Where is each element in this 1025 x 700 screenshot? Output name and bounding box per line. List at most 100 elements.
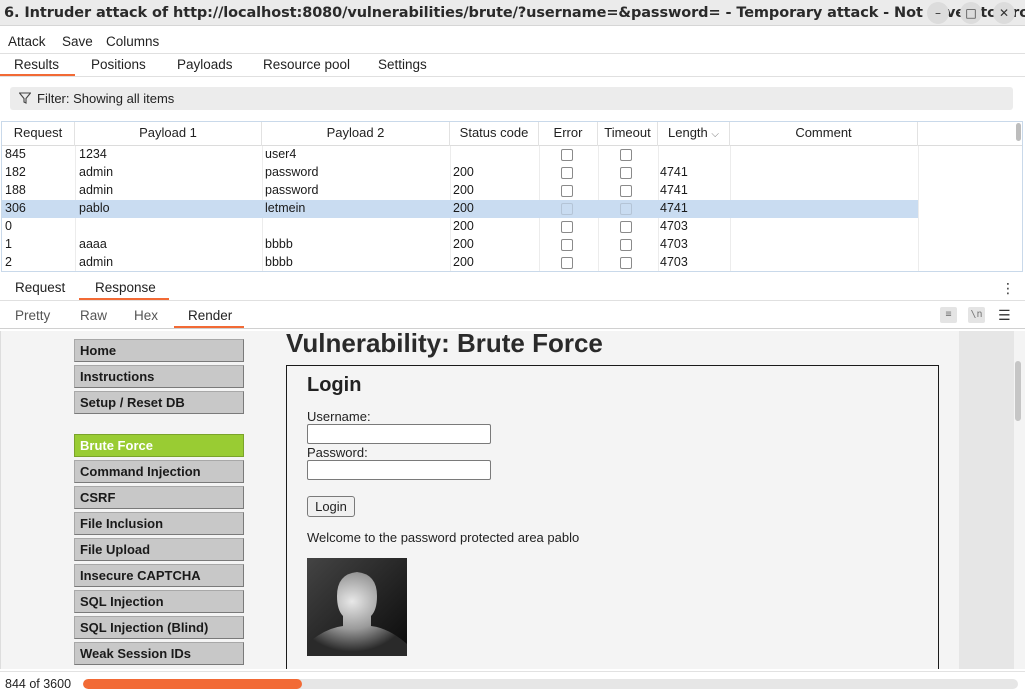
maximize-button[interactable]: □ [960, 2, 982, 24]
cell-payload1: 1234 [79, 147, 107, 161]
request-counter: 844 of 3600 [5, 677, 72, 691]
cell-payload1: admin [79, 255, 114, 269]
attack-tabs: Results Positions Payloads Resource pool… [0, 53, 1025, 77]
cell-payload2: password [265, 183, 319, 197]
table-row[interactable]: 1 aaaa bbbb 200 4703 [2, 236, 918, 254]
cell-status: 200 [453, 183, 474, 197]
render-pane: Home Instructions Setup / Reset DB Brute Fo… [0, 331, 1025, 669]
timeout-checkbox [620, 167, 632, 179]
nav-file-upload[interactable]: File Upload [74, 538, 244, 561]
col-timeout[interactable]: Timeout [598, 122, 658, 146]
col-length[interactable]: Length ⌵ [658, 122, 730, 146]
nav-weak-session-ids[interactable]: Weak Session IDs [74, 642, 244, 665]
cell-length: 4703 [660, 255, 688, 269]
col-comment[interactable]: Comment [730, 122, 918, 146]
cell-length: 4703 [660, 219, 688, 233]
password-label: Password: [307, 445, 368, 460]
cell-payload1: pablo [79, 201, 110, 215]
table-row[interactable]: 188 admin password 200 4741 [2, 182, 918, 200]
table-row[interactable]: 306 pablo letmein 200 4741 [2, 200, 918, 218]
nav-insecure-captcha[interactable]: Insecure CAPTCHA [74, 564, 244, 587]
nav-sql-injection-blind[interactable]: SQL Injection (Blind) [74, 616, 244, 639]
tab-response[interactable]: Response [95, 280, 156, 295]
tab-resource-pool[interactable]: Resource pool [263, 57, 350, 72]
cell-length: 4741 [660, 201, 688, 215]
tab-request[interactable]: Request [15, 280, 65, 295]
cell-status: 200 [453, 165, 474, 179]
nav-command-injection[interactable]: Command Injection [74, 460, 244, 483]
sort-desc-icon: ⌵ [711, 129, 719, 140]
word-wrap-icon[interactable]: ≡ [940, 307, 957, 323]
filter-icon [19, 92, 31, 104]
cell-payload1: aaaa [79, 237, 107, 251]
nav-csrf[interactable]: CSRF [74, 486, 244, 509]
tab-positions[interactable]: Positions [91, 57, 146, 72]
table-row[interactable]: 2 admin bbbb 200 4703 [2, 254, 918, 271]
table-scrollbar[interactable] [1016, 123, 1021, 141]
col-payload1[interactable]: Payload 1 [75, 122, 262, 146]
tab-pretty[interactable]: Pretty [15, 308, 50, 323]
login-button[interactable]: Login [307, 496, 355, 517]
filter-bar[interactable]: Filter: Showing all items [10, 87, 1013, 110]
nav-brute-force[interactable]: Brute Force [74, 434, 244, 457]
cell-request: 188 [5, 183, 26, 197]
welcome-message: Welcome to the password protected area p… [307, 530, 580, 545]
tab-settings[interactable]: Settings [378, 57, 427, 72]
timeout-checkbox [620, 257, 632, 269]
page-title: Vulnerability: Brute Force [286, 331, 603, 358]
close-button[interactable]: ✕ [993, 2, 1015, 24]
col-request[interactable]: Request [2, 122, 75, 146]
error-checkbox [561, 239, 573, 251]
cell-payload2: bbbb [265, 237, 293, 251]
cell-status: 200 [453, 219, 474, 233]
tab-render[interactable]: Render [188, 308, 232, 323]
render-side-gutter [959, 331, 1014, 669]
error-checkbox [561, 257, 573, 269]
cell-payload2: letmein [265, 201, 306, 215]
table-row[interactable]: 845 1234 user4 [2, 146, 918, 164]
error-checkbox [561, 185, 573, 197]
col-payload2[interactable]: Payload 2 [262, 122, 450, 146]
nav-setup-reset-db[interactable]: Setup / Reset DB [74, 391, 244, 414]
menu-save[interactable]: Save [62, 34, 93, 49]
error-checkbox [561, 167, 573, 179]
login-heading: Login [307, 374, 362, 396]
tab-results[interactable]: Results [14, 57, 59, 72]
error-checkbox [561, 221, 573, 233]
table-row[interactable]: 0 200 4703 [2, 218, 918, 236]
menu-attack[interactable]: Attack [8, 34, 46, 49]
cell-payload2: bbbb [265, 255, 293, 269]
render-scrollbar[interactable] [1015, 361, 1021, 421]
minimize-button[interactable]: – [927, 2, 949, 24]
col-status-code[interactable]: Status code [450, 122, 539, 146]
tab-hex[interactable]: Hex [134, 308, 158, 323]
username-input[interactable] [307, 424, 491, 444]
filter-text: Filter: Showing all items [37, 91, 175, 106]
password-input[interactable] [307, 460, 491, 480]
cell-length: 4741 [660, 183, 688, 197]
nav-sql-injection[interactable]: SQL Injection [74, 590, 244, 613]
nav-home[interactable]: Home [74, 339, 244, 362]
tab-raw[interactable]: Raw [80, 308, 107, 323]
menu-columns[interactable]: Columns [106, 34, 159, 49]
col-length-label: Length [668, 125, 708, 140]
window-title: 6. Intruder attack of http://localhost:8… [4, 5, 1025, 21]
attack-progress-bar [83, 679, 1018, 689]
nav-instructions[interactable]: Instructions [74, 365, 244, 388]
table-row[interactable]: 182 admin password 200 4741 [2, 164, 918, 182]
timeout-checkbox [620, 221, 632, 233]
hamburger-menu-icon[interactable]: ☰ [998, 307, 1011, 324]
progress-fill [83, 679, 302, 689]
newline-icon[interactable]: \n [968, 307, 985, 323]
timeout-checkbox [620, 203, 632, 215]
more-options-icon[interactable]: ⋮ [1001, 280, 1015, 297]
tab-payloads[interactable]: Payloads [177, 57, 233, 72]
col-error[interactable]: Error [539, 122, 598, 146]
timeout-checkbox [620, 185, 632, 197]
username-label: Username: [307, 409, 371, 424]
cell-payload1: admin [79, 183, 114, 197]
cell-payload2: password [265, 165, 319, 179]
error-checkbox [561, 149, 573, 161]
timeout-checkbox [620, 149, 632, 161]
nav-file-inclusion[interactable]: File Inclusion [74, 512, 244, 535]
